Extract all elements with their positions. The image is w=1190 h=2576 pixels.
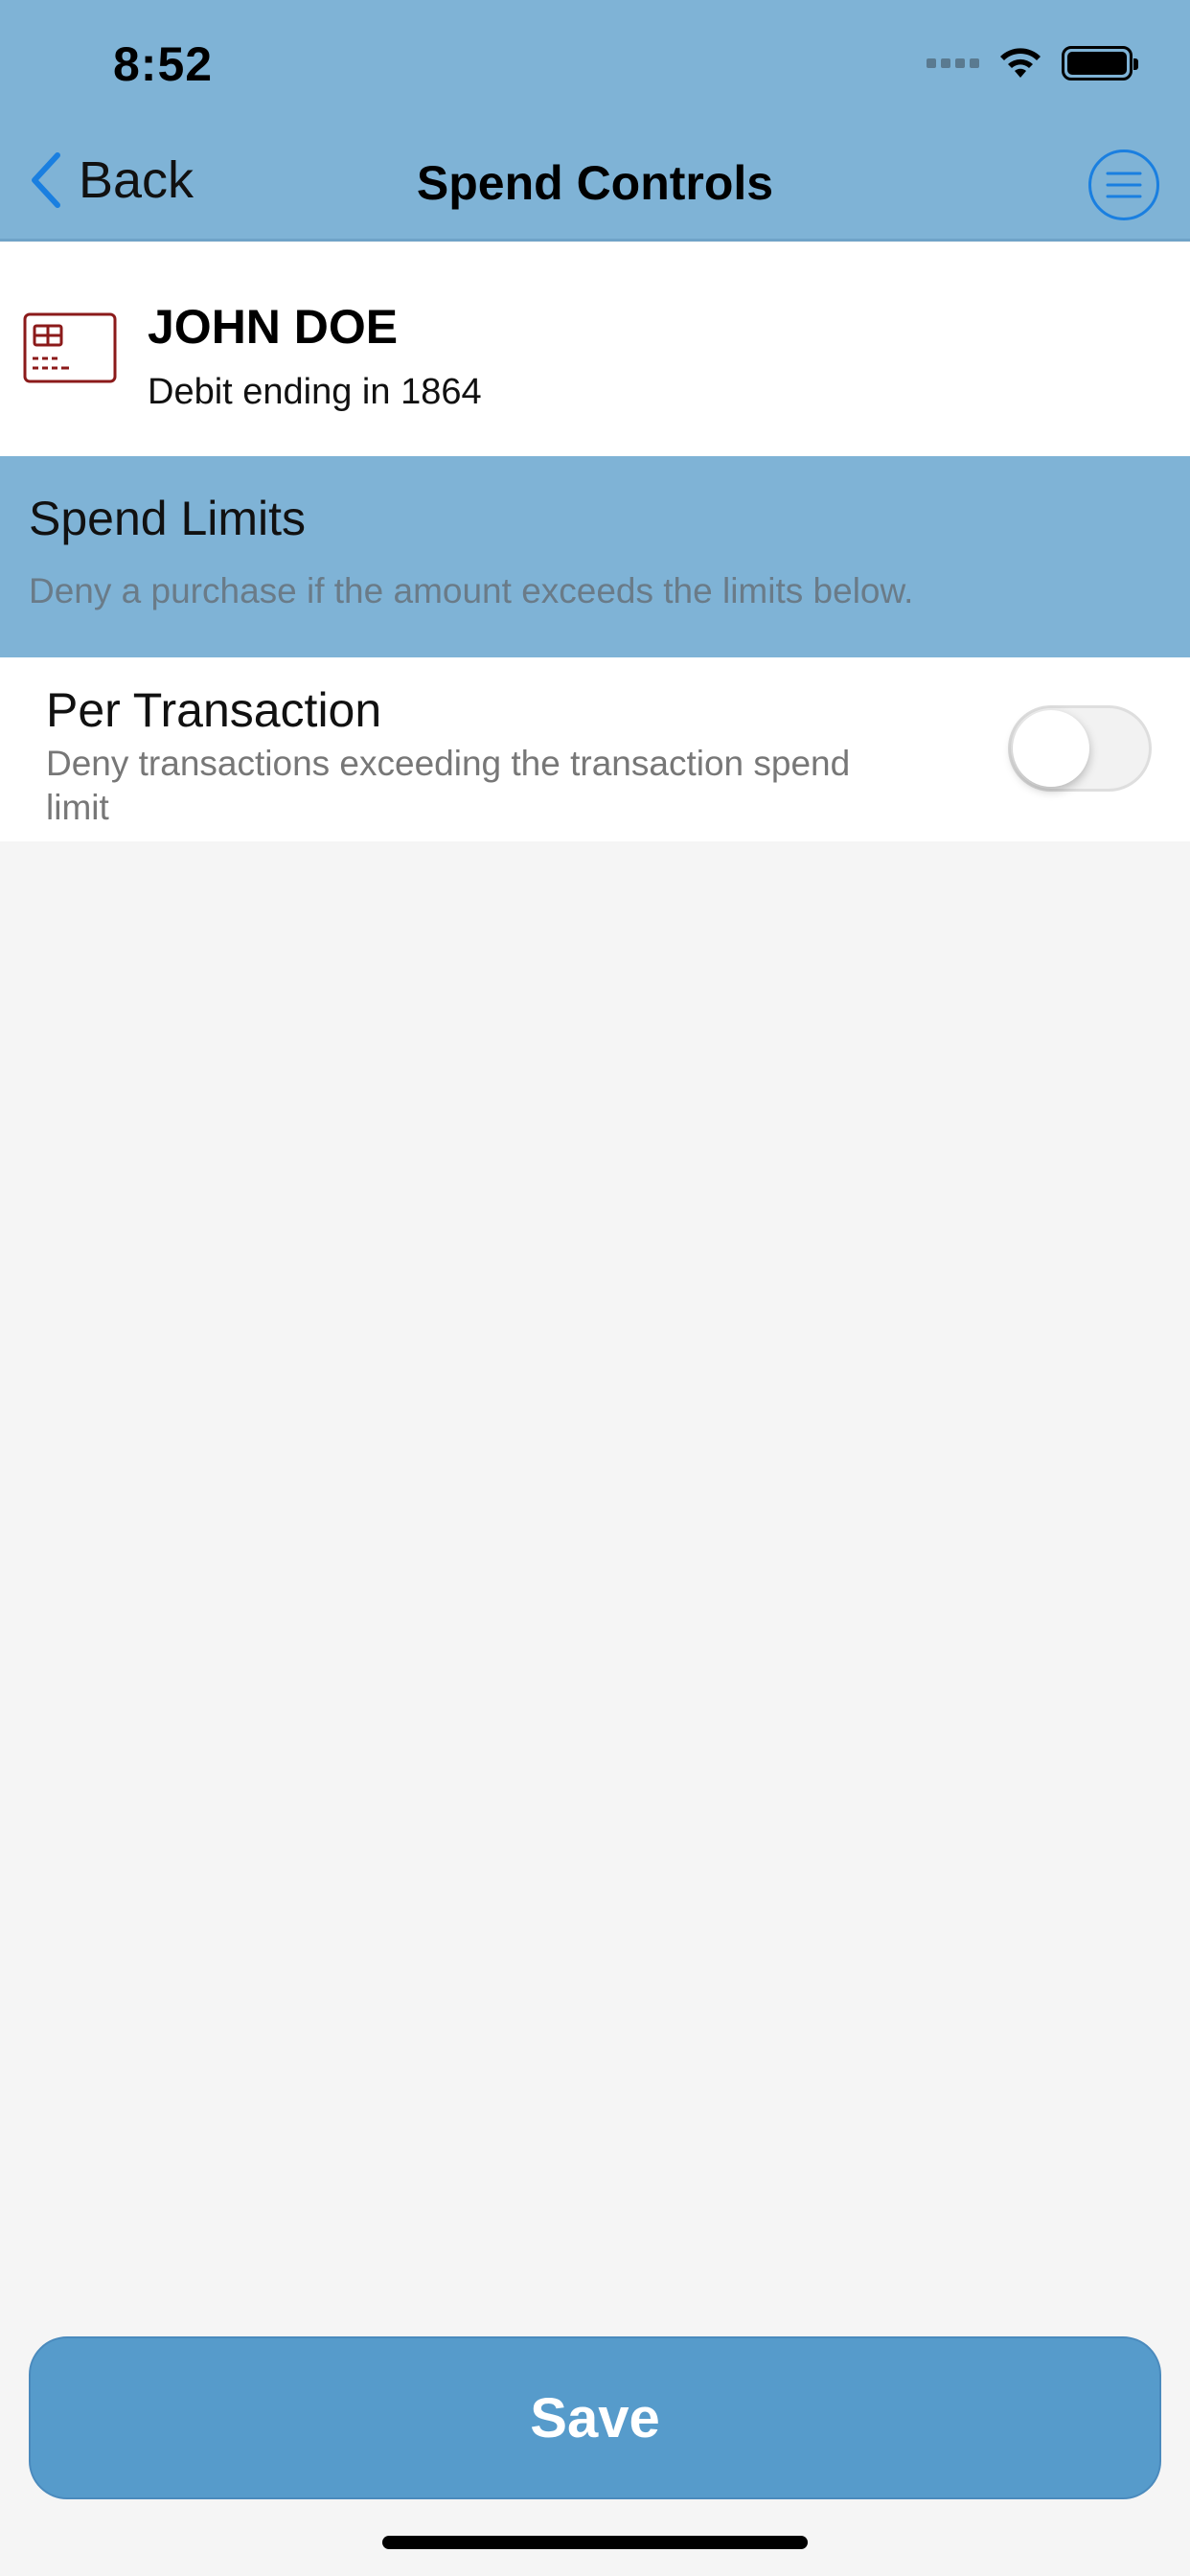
card-subtitle: Debit ending in 1864 [148,372,482,412]
hamburger-menu-icon [1106,172,1142,198]
credit-card-icon [23,312,117,383]
status-time: 8:52 [113,37,214,91]
signal-dots-icon [927,58,979,68]
list-item-title: Per Transaction [46,683,382,737]
section-title: Spend Limits [29,492,307,545]
status-icons [927,44,1138,82]
per-transaction-toggle[interactable] [1008,705,1152,792]
home-indicator [382,2536,808,2549]
cardholder-name: JOHN DOE [148,300,399,354]
page-title: Spend Controls [416,156,774,210]
top-bar: 8:52 Back Spend Controls [0,0,1190,242]
toggle-knob [1013,710,1089,787]
list-item-description: Deny transactions exceeding the transact… [46,744,851,827]
spend-limits-section-header [0,456,1190,657]
wifi-icon [1000,48,1041,78]
section-description: Deny a purchase if the amount exceeds th… [29,571,914,610]
menu-button[interactable] [1088,150,1159,220]
battery-icon [1062,46,1138,80]
save-button[interactable]: Save [29,2336,1161,2499]
